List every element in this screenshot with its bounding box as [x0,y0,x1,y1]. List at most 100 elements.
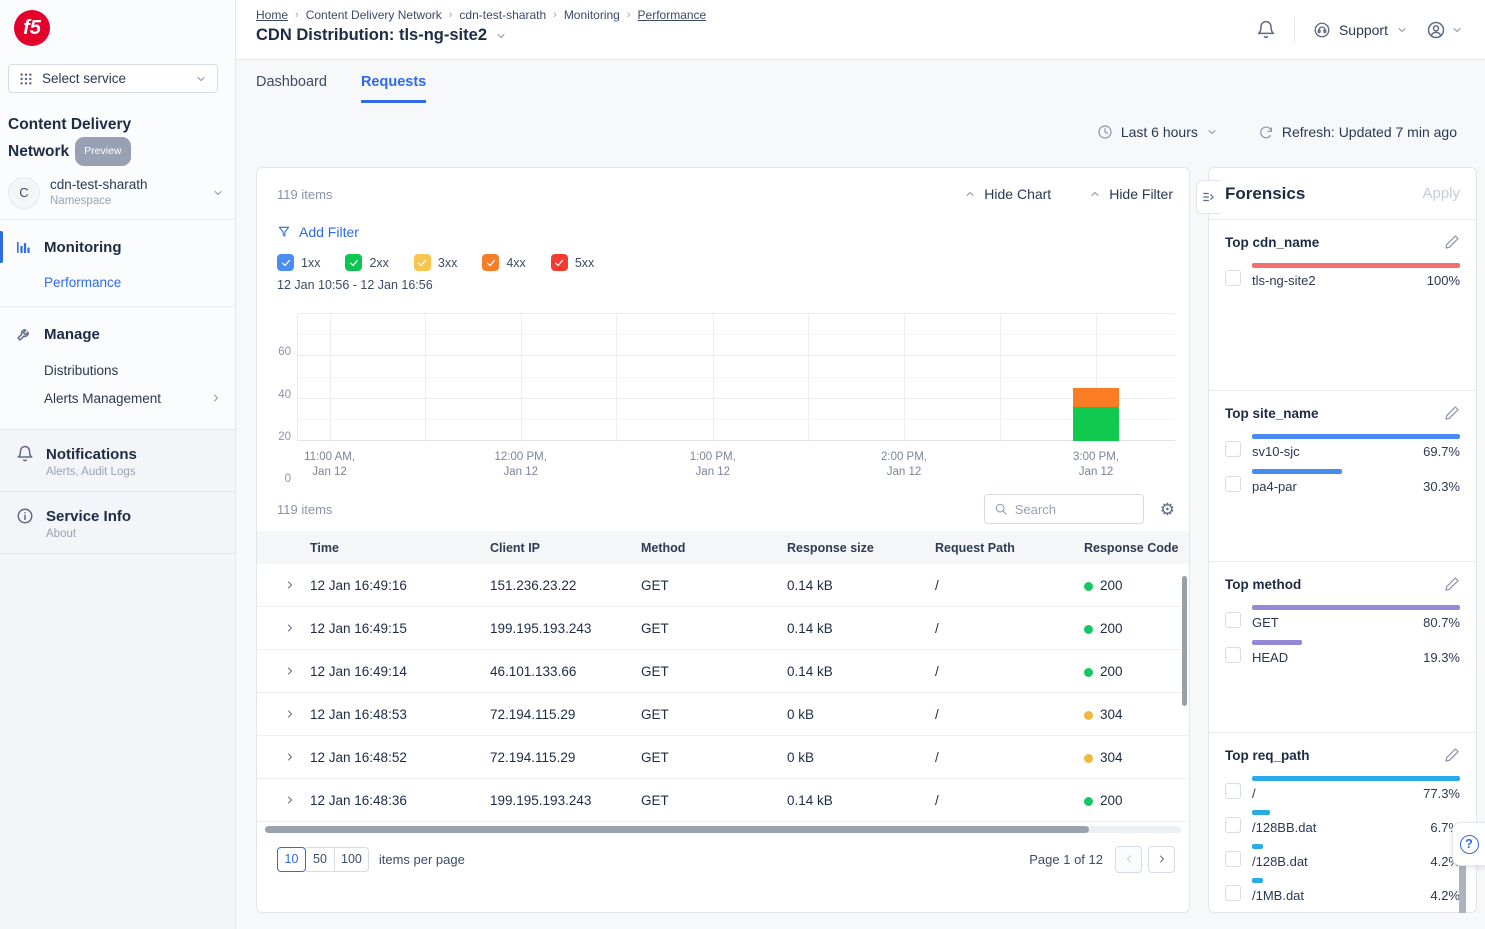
edit-pencil-icon[interactable] [1444,747,1460,763]
support-menu[interactable]: Support [1313,21,1408,39]
sidebar-item-notifications[interactable]: Notifications Alerts, Audit Logs [0,430,235,492]
item-checkbox[interactable] [1225,270,1241,286]
collapse-panel-button[interactable] [1196,180,1221,214]
column-header-request-path[interactable]: Request Path [935,541,1084,555]
sidebar-item-monitoring[interactable]: Monitoring [0,232,236,262]
column-header-response-code[interactable]: Response Code [1084,541,1189,555]
table-row[interactable]: 12 Jan 16:48:53 72.194.115.29 GET 0 kB /… [257,693,1189,736]
filter-checkbox-1xx[interactable]: 1xx [277,254,320,271]
sidebar-item-manage[interactable]: Manage [0,319,236,349]
item-checkbox[interactable] [1225,647,1241,663]
item-checkbox[interactable] [1225,612,1241,628]
namespace-selector[interactable]: C cdn-test-sharath Namespace [0,166,236,220]
page-size-10[interactable]: 10 [277,847,306,872]
sidebar-bottom: Notifications Alerts, Audit Logs Service… [0,429,235,929]
forensics-item[interactable]: /77.3% [1225,776,1460,801]
forensics-item[interactable]: /128BB.dat6.7% [1225,810,1460,835]
item-checkbox[interactable] [1225,885,1241,901]
item-checkbox[interactable] [1225,817,1241,833]
time-range-dropdown[interactable]: Last 6 hours [1097,124,1218,140]
hide-filter-button[interactable]: Hide Filter [1089,186,1173,202]
item-checkbox[interactable] [1225,476,1241,492]
forensics-item[interactable]: GET80.7% [1225,605,1460,630]
chart-plot-area: 11:00 AM,Jan 12 12:00 PM,Jan 12 1:00 PM,… [297,314,1175,441]
row-expander-chevron[interactable] [257,794,310,806]
filter-checkbox-4xx[interactable]: 4xx [482,254,525,271]
items-count: 119 items [277,187,332,202]
forensics-item[interactable]: /128B.dat4.2% [1225,844,1460,869]
table-horizontal-scrollbar[interactable] [265,826,1181,833]
table-row[interactable]: 12 Jan 16:49:14 46.101.133.66 GET 0.14 k… [257,650,1189,693]
row-expander-chevron[interactable] [257,665,310,677]
hide-chart-button[interactable]: Hide Chart [964,186,1051,202]
sidebar-item-distributions[interactable]: Distributions [0,359,236,381]
item-checkbox[interactable] [1225,851,1241,867]
breadcrumb-home[interactable]: Home [256,8,288,22]
column-header-client-ip[interactable]: Client IP [490,541,641,555]
column-header-method[interactable]: Method [641,541,787,555]
apply-button[interactable]: Apply [1422,185,1460,202]
select-service-dropdown[interactable]: Select service [8,64,218,93]
row-expander-chevron[interactable] [257,579,310,591]
page-size-100[interactable]: 100 [335,847,369,872]
table-vertical-scrollbar[interactable] [1182,576,1187,706]
sidebar-item-performance[interactable]: Performance [0,272,236,292]
edit-pencil-icon[interactable] [1444,405,1460,421]
filter-checkbox-5xx[interactable]: 5xx [551,254,594,271]
table-row[interactable]: 12 Jan 16:48:52 72.194.115.29 GET 0 kB /… [257,736,1189,779]
tab-requests[interactable]: Requests [361,74,426,103]
breadcrumb-monitoring[interactable]: Monitoring [564,8,620,22]
add-filter-button[interactable]: Add Filter [277,224,387,240]
breadcrumb-namespace[interactable]: cdn-test-sharath [459,8,546,22]
row-expander-chevron[interactable] [257,708,310,720]
filter-checkbox-2xx[interactable]: 2xx [345,254,388,271]
namespace-type-label: Namespace [50,193,202,210]
page-title-dropdown[interactable]: CDN Distribution: tls-ng-site2 [256,26,507,45]
sidebar-item-service-info[interactable]: Service Info About [0,492,235,554]
tab-dashboard[interactable]: Dashboard [256,74,327,103]
table-row[interactable]: 12 Jan 16:48:36 199.195.193.243 GET 0.14… [257,779,1189,822]
search-box[interactable] [984,494,1144,524]
item-checkbox[interactable] [1225,783,1241,799]
checkbox-checked-icon [414,254,431,271]
checkbox-checked-icon [277,254,294,271]
forensics-item[interactable]: pa4-par30.3% [1225,469,1460,494]
stacked-bar-3pm[interactable] [1073,388,1119,441]
previous-page-button[interactable] [1115,846,1142,873]
edit-pencil-icon[interactable] [1444,576,1460,592]
forensics-item[interactable]: tls-ng-site2100% [1225,263,1460,288]
chart-date-range: 12 Jan 10:56 - 12 Jan 16:56 [277,278,1189,292]
column-header-time[interactable]: Time [310,541,490,555]
forensics-item[interactable]: sv10-sjc69.7% [1225,434,1460,459]
help-button[interactable]: ? [1452,822,1485,866]
chevron-down-icon [1451,24,1463,36]
row-expander-chevron[interactable] [257,751,310,763]
namespace-name: cdn-test-sharath [50,176,202,193]
edit-pencil-icon[interactable] [1444,234,1460,250]
table-row[interactable]: 12 Jan 16:49:16 151.236.23.22 GET 0.14 k… [257,564,1189,607]
forensics-item[interactable]: HEAD19.3% [1225,640,1460,665]
item-checkbox[interactable] [1225,441,1241,457]
breadcrumb-separator: › [449,9,453,21]
y-tick: 60 [271,346,291,358]
column-header-response-size[interactable]: Response size [787,541,935,555]
table-row[interactable]: 12 Jan 16:49:15 199.195.193.243 GET 0.14… [257,607,1189,650]
x-tick: 3:00 PM,Jan 12 [1051,450,1141,480]
search-input[interactable] [1015,502,1125,517]
sidebar-item-label: Notifications [46,446,137,463]
breadcrumb-cdn[interactable]: Content Delivery Network [306,8,442,22]
sidebar-item-alerts-management[interactable]: Alerts Management [0,387,236,409]
notifications-bell-button[interactable] [1256,20,1276,40]
filter-checkbox-3xx[interactable]: 3xx [414,254,457,271]
support-label: Support [1339,22,1388,38]
refresh-button[interactable]: Refresh: Updated 7 min ago [1258,124,1457,140]
forensics-section-req-path: Top req_path /77.3% /128 [1209,733,1476,913]
account-menu[interactable] [1426,20,1463,40]
chevron-up-icon [1089,188,1101,200]
page-size-50[interactable]: 50 [306,847,335,872]
forensics-item[interactable]: /1MB.dat4.2% [1225,878,1460,903]
breadcrumb-performance[interactable]: Performance [638,8,707,22]
row-expander-chevron[interactable] [257,622,310,634]
next-page-button[interactable] [1148,846,1175,873]
table-settings-gear-icon[interactable]: ⚙ [1160,501,1175,518]
